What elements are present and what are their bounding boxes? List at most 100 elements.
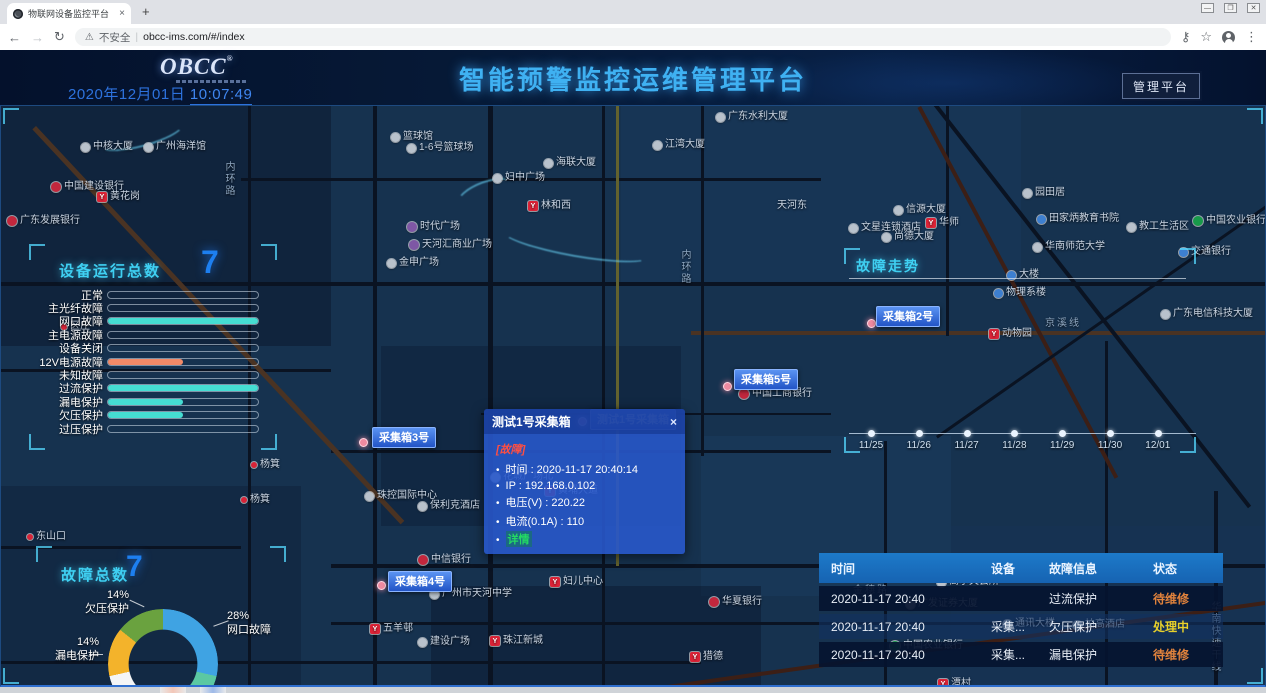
trend-panel-title: 故障走势 bbox=[856, 256, 920, 276]
map-label: 天河汇商业广场 bbox=[409, 240, 492, 250]
map-label: Y潭村 bbox=[938, 679, 971, 687]
collector-info-popup: 测试1号采集箱 × [故障] 时间 : 2020-11-17 20:40:14I… bbox=[484, 409, 685, 554]
device-panel-title: 设备运行总数 bbox=[59, 260, 161, 281]
map-label: Y黄花岗 bbox=[97, 192, 140, 202]
poi-marker-icon bbox=[387, 259, 396, 268]
poi-marker-icon bbox=[544, 159, 553, 168]
trend-x-tick: 11/29 bbox=[1042, 440, 1082, 451]
bar-fill bbox=[108, 399, 183, 405]
browser-menu-icon[interactable]: ⋮ bbox=[1245, 29, 1258, 45]
popup-close-icon[interactable]: × bbox=[670, 415, 677, 429]
trend-x-tick: 11/25 bbox=[851, 440, 891, 451]
map-label: Y五羊邨 bbox=[370, 624, 413, 634]
metroO-marker-icon bbox=[251, 462, 257, 468]
profile-avatar-icon[interactable] bbox=[1222, 31, 1235, 44]
fault-donut-chart bbox=[108, 609, 218, 687]
trend-x-tick: 11/28 bbox=[994, 440, 1034, 451]
map-label: 内环路 bbox=[679, 249, 689, 285]
window-restore-button[interactable]: ❐ bbox=[1224, 3, 1237, 13]
collector-badge[interactable]: 采集箱5号 bbox=[734, 369, 798, 390]
map-label: 信源大厦 bbox=[894, 205, 946, 215]
popup-title: 测试1号采集箱 bbox=[492, 413, 571, 430]
donut-label: 14%欠压保护 bbox=[69, 589, 129, 617]
poi-marker-icon bbox=[1023, 189, 1032, 198]
table-header-cell: 故障信息 bbox=[1037, 560, 1141, 577]
bar-track bbox=[107, 425, 259, 433]
map-label: 保利克酒店 bbox=[418, 501, 480, 511]
map-label: 金申广场 bbox=[387, 258, 439, 268]
table-row[interactable]: 2020-11-17 20:40采集...欠压保护处理中 bbox=[819, 614, 1223, 639]
taskbar-app-icon[interactable] bbox=[200, 687, 226, 693]
status-badge: 处理中 bbox=[1141, 618, 1223, 635]
metroO-marker-icon bbox=[27, 534, 33, 540]
status-badge: 待维修 bbox=[1141, 646, 1223, 663]
table-row[interactable]: 2020-11-17 20:40过流保护待维修 bbox=[819, 586, 1223, 611]
bar-track bbox=[107, 358, 259, 366]
browser-toolbar: ← → ↻ ⚠ 不安全 | obcc-ims.com/#/index ⚷ ☆ ⋮ bbox=[0, 24, 1266, 50]
trend-data-point bbox=[868, 430, 875, 437]
reload-icon[interactable]: ↻ bbox=[54, 29, 65, 45]
map-label: 尚德大厦 bbox=[882, 232, 934, 242]
bar-fill bbox=[108, 412, 183, 418]
globe-icon bbox=[13, 9, 23, 19]
forward-icon[interactable]: → bbox=[31, 30, 44, 45]
collector-marker-icon[interactable] bbox=[723, 382, 732, 391]
window-minimize-button[interactable]: — bbox=[1201, 3, 1214, 13]
table-header-cell: 设备 bbox=[979, 560, 1037, 577]
metro-marker-icon: Y bbox=[938, 679, 948, 687]
map-label: 时代广场 bbox=[407, 222, 460, 232]
address-bar[interactable]: ⚠ 不安全 | obcc-ims.com/#/index bbox=[75, 28, 1171, 46]
purple-marker-icon bbox=[407, 222, 417, 232]
poi-marker-icon bbox=[849, 224, 858, 233]
trend-x-tick: 11/26 bbox=[899, 440, 939, 451]
detail-link[interactable]: 详情 bbox=[506, 531, 532, 547]
tab-title: 物联网设备监控平台 bbox=[28, 7, 114, 20]
poi-marker-icon bbox=[418, 638, 427, 647]
back-icon[interactable]: ← bbox=[8, 30, 21, 45]
bookmark-star-icon[interactable]: ☆ bbox=[1200, 29, 1212, 45]
collector-badge[interactable]: 采集箱4号 bbox=[388, 571, 452, 592]
map-label: 广州海洋馆 bbox=[144, 142, 206, 152]
bar-track bbox=[107, 398, 259, 406]
collector-marker-icon[interactable] bbox=[377, 581, 386, 590]
map-label: Y珠江新城 bbox=[490, 636, 543, 646]
table-cell: 采集... bbox=[979, 618, 1037, 635]
map-label: 广东水利大厦 bbox=[716, 112, 788, 122]
collector-badge[interactable]: 采集箱2号 bbox=[876, 306, 940, 327]
trend-data-point bbox=[964, 430, 971, 437]
trend-data-point bbox=[1107, 430, 1114, 437]
poi-marker-icon bbox=[144, 143, 153, 152]
trend-data-point bbox=[1011, 430, 1018, 437]
bar-track bbox=[107, 331, 259, 339]
fault-total-count: 7 bbox=[126, 550, 143, 584]
collector-marker-icon[interactable] bbox=[867, 319, 876, 328]
map-label: 1-6号篮球场 bbox=[407, 143, 473, 153]
map-label: 中国工商银行 bbox=[739, 389, 812, 399]
bankr-marker-icon bbox=[51, 182, 61, 192]
map-label: 教工生活区 bbox=[1127, 222, 1189, 232]
status-badge: 待维修 bbox=[1141, 590, 1223, 607]
new-tab-button[interactable]: + bbox=[142, 4, 150, 19]
table-header-cell: 状态 bbox=[1141, 560, 1223, 577]
taskbar-app-icon[interactable] bbox=[160, 687, 186, 693]
key-icon[interactable]: ⚷ bbox=[1181, 29, 1191, 45]
city-map[interactable]: 中核大厦广州海洋馆中国建设银行Y黄花岗广东发展银行区庄东山口杨箕杨箕内环路内环路… bbox=[0, 105, 1266, 687]
map-label: 海联大厦 bbox=[544, 158, 596, 168]
table-cell: 欠压保护 bbox=[1037, 618, 1141, 635]
poi-marker-icon bbox=[1127, 223, 1136, 232]
bankr-marker-icon bbox=[709, 597, 719, 607]
metro-marker-icon: Y bbox=[926, 218, 936, 228]
bar-track bbox=[107, 317, 259, 325]
windows-taskbar[interactable] bbox=[0, 687, 1266, 693]
table-row[interactable]: 2020-11-17 20:40采集...漏电保护待维修 bbox=[819, 642, 1223, 667]
tab-close-icon[interactable]: × bbox=[119, 8, 125, 19]
bar-track bbox=[107, 384, 259, 392]
admin-platform-button[interactable]: 管理平台 bbox=[1122, 73, 1200, 99]
browser-tab[interactable]: 物联网设备监控平台 × bbox=[7, 3, 131, 24]
map-label: 田家炳教育书院 bbox=[1037, 214, 1119, 224]
window-close-button[interactable]: ✕ bbox=[1247, 3, 1260, 13]
poib-marker-icon bbox=[1037, 215, 1046, 224]
collector-badge[interactable]: 采集箱3号 bbox=[372, 427, 436, 448]
bankr-marker-icon bbox=[7, 216, 17, 226]
collector-marker-icon[interactable] bbox=[359, 438, 368, 447]
